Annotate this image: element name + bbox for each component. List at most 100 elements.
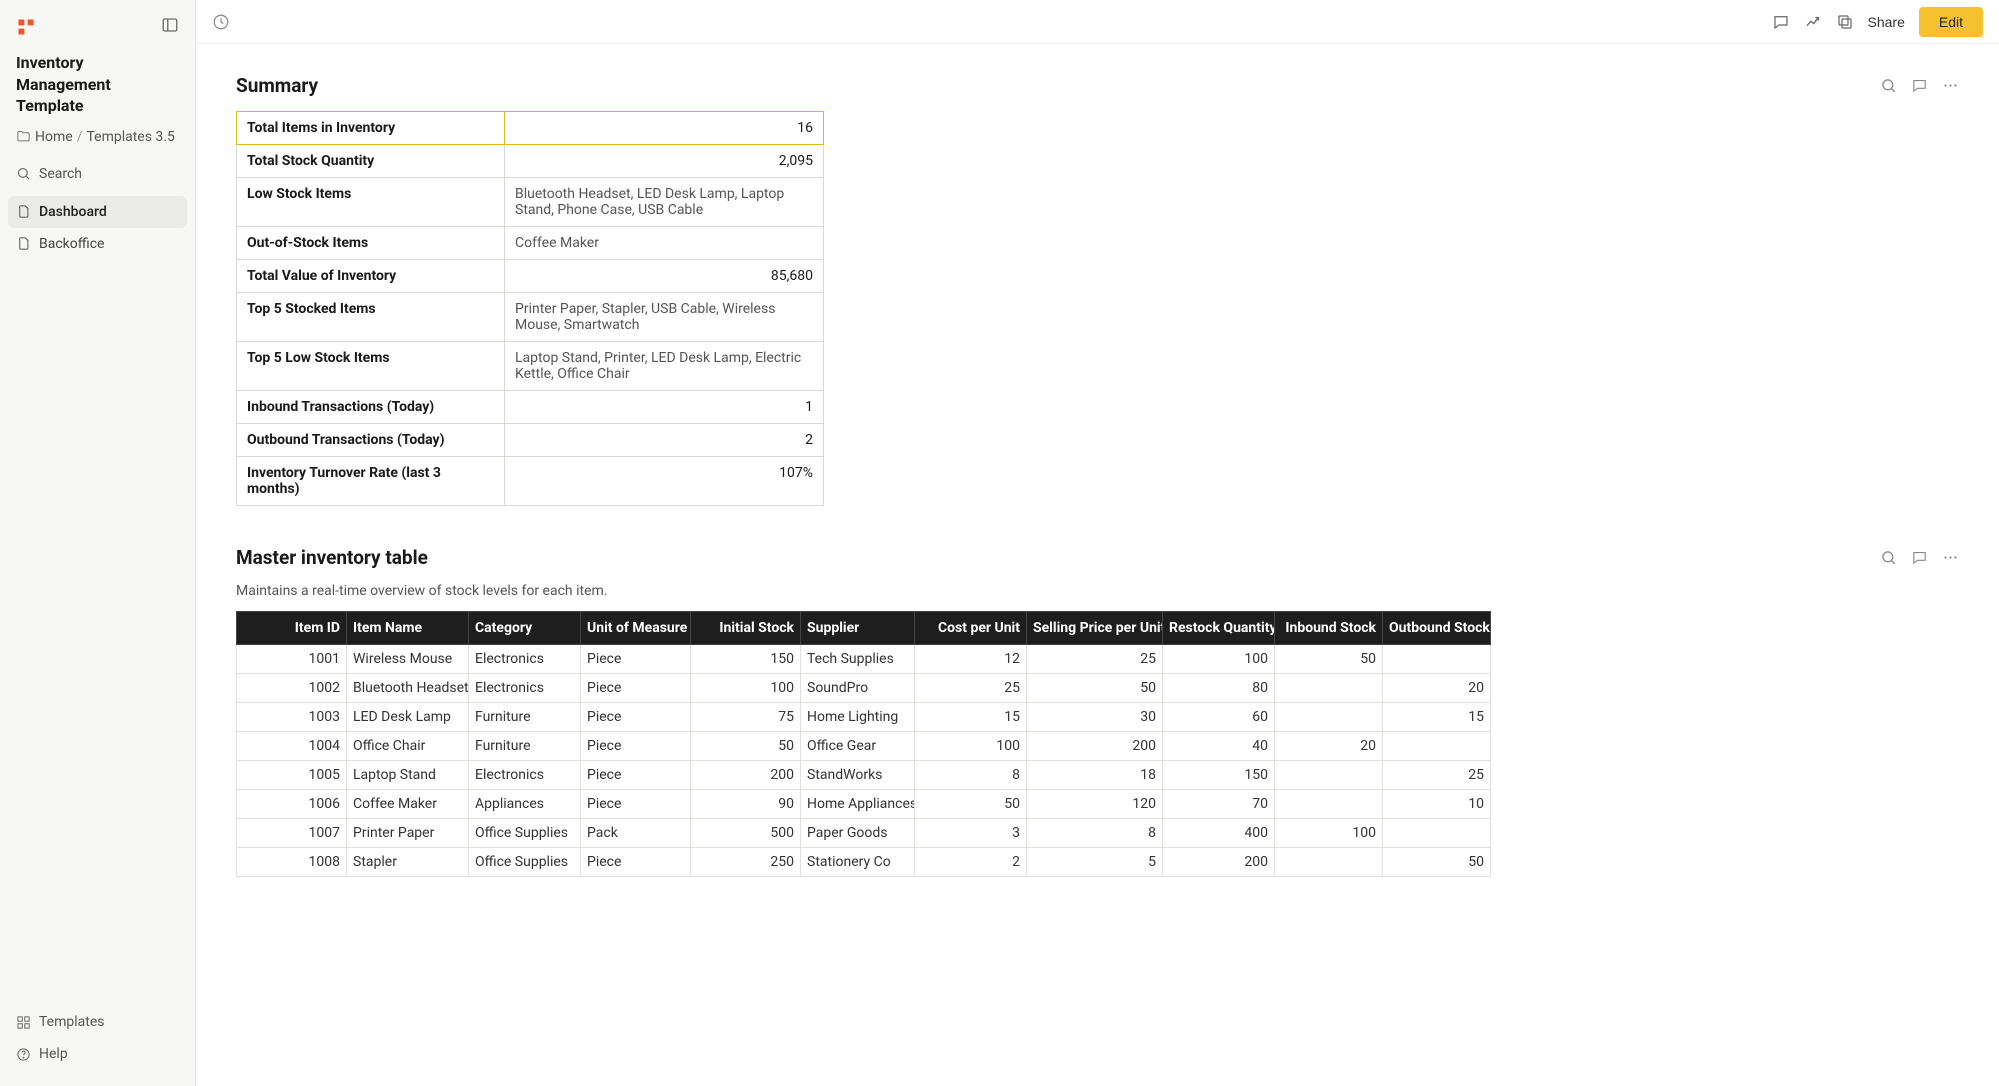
table-cell: 30 — [1027, 703, 1163, 732]
table-cell: 10 — [1383, 790, 1491, 819]
share-button[interactable]: Share — [1868, 10, 1905, 34]
trend-icon[interactable] — [1804, 13, 1822, 31]
table-row[interactable]: 1005Laptop StandElectronicsPiece200Stand… — [237, 761, 1491, 790]
comment-icon[interactable] — [1911, 549, 1928, 566]
summary-value: 1 — [505, 391, 824, 424]
summary-row[interactable]: Inbound Transactions (Today)1 — [237, 391, 824, 424]
table-cell: LED Desk Lamp — [347, 703, 469, 732]
history-icon[interactable] — [212, 13, 230, 31]
comment-icon[interactable] — [1911, 77, 1928, 94]
table-cell: 50 — [1275, 645, 1383, 674]
table-row[interactable]: 1001Wireless MouseElectronicsPiece150Tec… — [237, 645, 1491, 674]
table-cell: Office Supplies — [469, 848, 581, 877]
summary-label: Top 5 Stocked Items — [237, 293, 505, 342]
table-cell: 150 — [1163, 761, 1275, 790]
help-icon — [16, 1047, 31, 1062]
summary-row[interactable]: Top 5 Stocked ItemsPrinter Paper, Staple… — [237, 293, 824, 342]
table-cell: 1005 — [237, 761, 347, 790]
panel-toggle-icon[interactable] — [161, 16, 179, 38]
summary-label: Total Stock Quantity — [237, 145, 505, 178]
table-row[interactable]: 1008StaplerOffice SuppliesPiece250Statio… — [237, 848, 1491, 877]
table-cell: 60 — [1163, 703, 1275, 732]
copy-icon[interactable] — [1836, 13, 1854, 31]
breadcrumb-home[interactable]: Home — [35, 129, 73, 145]
edit-button[interactable]: Edit — [1919, 7, 1983, 37]
table-cell: 100 — [691, 674, 801, 703]
summary-value: 85,680 — [505, 260, 824, 293]
nav-item-dashboard[interactable]: Dashboard — [8, 196, 187, 228]
table-header-cell[interactable]: Cost per Unit — [915, 612, 1027, 645]
table-cell: 1007 — [237, 819, 347, 848]
table-cell: 200 — [691, 761, 801, 790]
summary-title: Summary — [236, 74, 318, 97]
table-row[interactable]: 1006Coffee MakerAppliancesPiece90Home Ap… — [237, 790, 1491, 819]
sidebar: Inventory Management Template Home / Tem… — [0, 0, 196, 1086]
summary-row[interactable]: Total Items in Inventory16 — [237, 112, 824, 145]
nav-item-backoffice[interactable]: Backoffice — [8, 228, 187, 260]
table-header-cell[interactable]: Unit of Measure — [581, 612, 691, 645]
table-cell — [1275, 703, 1383, 732]
search-icon[interactable] — [1880, 77, 1897, 94]
table-header-cell[interactable]: Selling Price per Unit — [1027, 612, 1163, 645]
nav-item-help[interactable]: Help — [8, 1038, 187, 1070]
summary-row[interactable]: Total Value of Inventory85,680 — [237, 260, 824, 293]
table-cell: Furniture — [469, 732, 581, 761]
table-cell: 100 — [1163, 645, 1275, 674]
table-cell: Electronics — [469, 761, 581, 790]
table-cell: 100 — [1275, 819, 1383, 848]
folder-icon — [16, 129, 31, 146]
table-cell: Piece — [581, 645, 691, 674]
summary-row[interactable]: Low Stock ItemsBluetooth Headset, LED De… — [237, 178, 824, 227]
summary-row[interactable]: Outbound Transactions (Today)2 — [237, 424, 824, 457]
search-icon[interactable] — [1880, 549, 1897, 566]
document-icon — [16, 204, 31, 219]
nav-list: Dashboard Backoffice — [8, 196, 187, 260]
more-icon[interactable] — [1942, 549, 1959, 566]
table-cell: 15 — [915, 703, 1027, 732]
table-row[interactable]: 1002Bluetooth HeadsetElectronicsPiece100… — [237, 674, 1491, 703]
summary-label: Inbound Transactions (Today) — [237, 391, 505, 424]
summary-label: Total Value of Inventory — [237, 260, 505, 293]
table-cell: 250 — [691, 848, 801, 877]
table-cell: Appliances — [469, 790, 581, 819]
main: Share Edit Summary Total Items in Invent… — [196, 0, 1999, 1086]
table-cell: Piece — [581, 848, 691, 877]
table-cell: 1003 — [237, 703, 347, 732]
table-cell: Piece — [581, 790, 691, 819]
summary-row[interactable]: Inventory Turnover Rate (last 3 months)1… — [237, 457, 824, 506]
search-icon — [16, 166, 31, 181]
table-cell: StandWorks — [801, 761, 915, 790]
table-header-cell[interactable]: Initial Stock — [691, 612, 801, 645]
table-header-cell[interactable]: Inbound Stock — [1275, 612, 1383, 645]
summary-label: Out-of-Stock Items — [237, 227, 505, 260]
summary-row[interactable]: Top 5 Low Stock ItemsLaptop Stand, Print… — [237, 342, 824, 391]
table-cell: 120 — [1027, 790, 1163, 819]
more-icon[interactable] — [1942, 77, 1959, 94]
breadcrumb-current[interactable]: Templates 3.5 — [86, 129, 174, 145]
table-cell — [1275, 790, 1383, 819]
comment-icon[interactable] — [1772, 13, 1790, 31]
table-cell: Stapler — [347, 848, 469, 877]
table-cell: 50 — [915, 790, 1027, 819]
table-header-cell[interactable]: Item Name — [347, 612, 469, 645]
breadcrumb[interactable]: Home / Templates 3.5 — [8, 125, 187, 158]
table-cell: 8 — [1027, 819, 1163, 848]
summary-label: Total Items in Inventory — [237, 112, 505, 145]
table-cell: 150 — [691, 645, 801, 674]
table-header-cell[interactable]: Outbound Stock — [1383, 612, 1491, 645]
nav-item-label: Templates — [39, 1014, 105, 1030]
table-header-cell[interactable]: Category — [469, 612, 581, 645]
table-cell: 5 — [1027, 848, 1163, 877]
search-input[interactable]: Search — [8, 158, 187, 190]
table-row[interactable]: 1003LED Desk LampFurniturePiece75Home Li… — [237, 703, 1491, 732]
table-row[interactable]: 1007Printer PaperOffice SuppliesPack500P… — [237, 819, 1491, 848]
table-row[interactable]: 1004Office ChairFurniturePiece50Office G… — [237, 732, 1491, 761]
table-header-cell[interactable]: Restock Quantity — [1163, 612, 1275, 645]
table-cell: 2 — [915, 848, 1027, 877]
summary-row[interactable]: Total Stock Quantity2,095 — [237, 145, 824, 178]
table-header-cell[interactable]: Item ID — [237, 612, 347, 645]
table-header-cell[interactable]: Supplier — [801, 612, 915, 645]
summary-value: 107% — [505, 457, 824, 506]
summary-row[interactable]: Out-of-Stock ItemsCoffee Maker — [237, 227, 824, 260]
nav-item-templates[interactable]: Templates — [8, 1006, 187, 1038]
